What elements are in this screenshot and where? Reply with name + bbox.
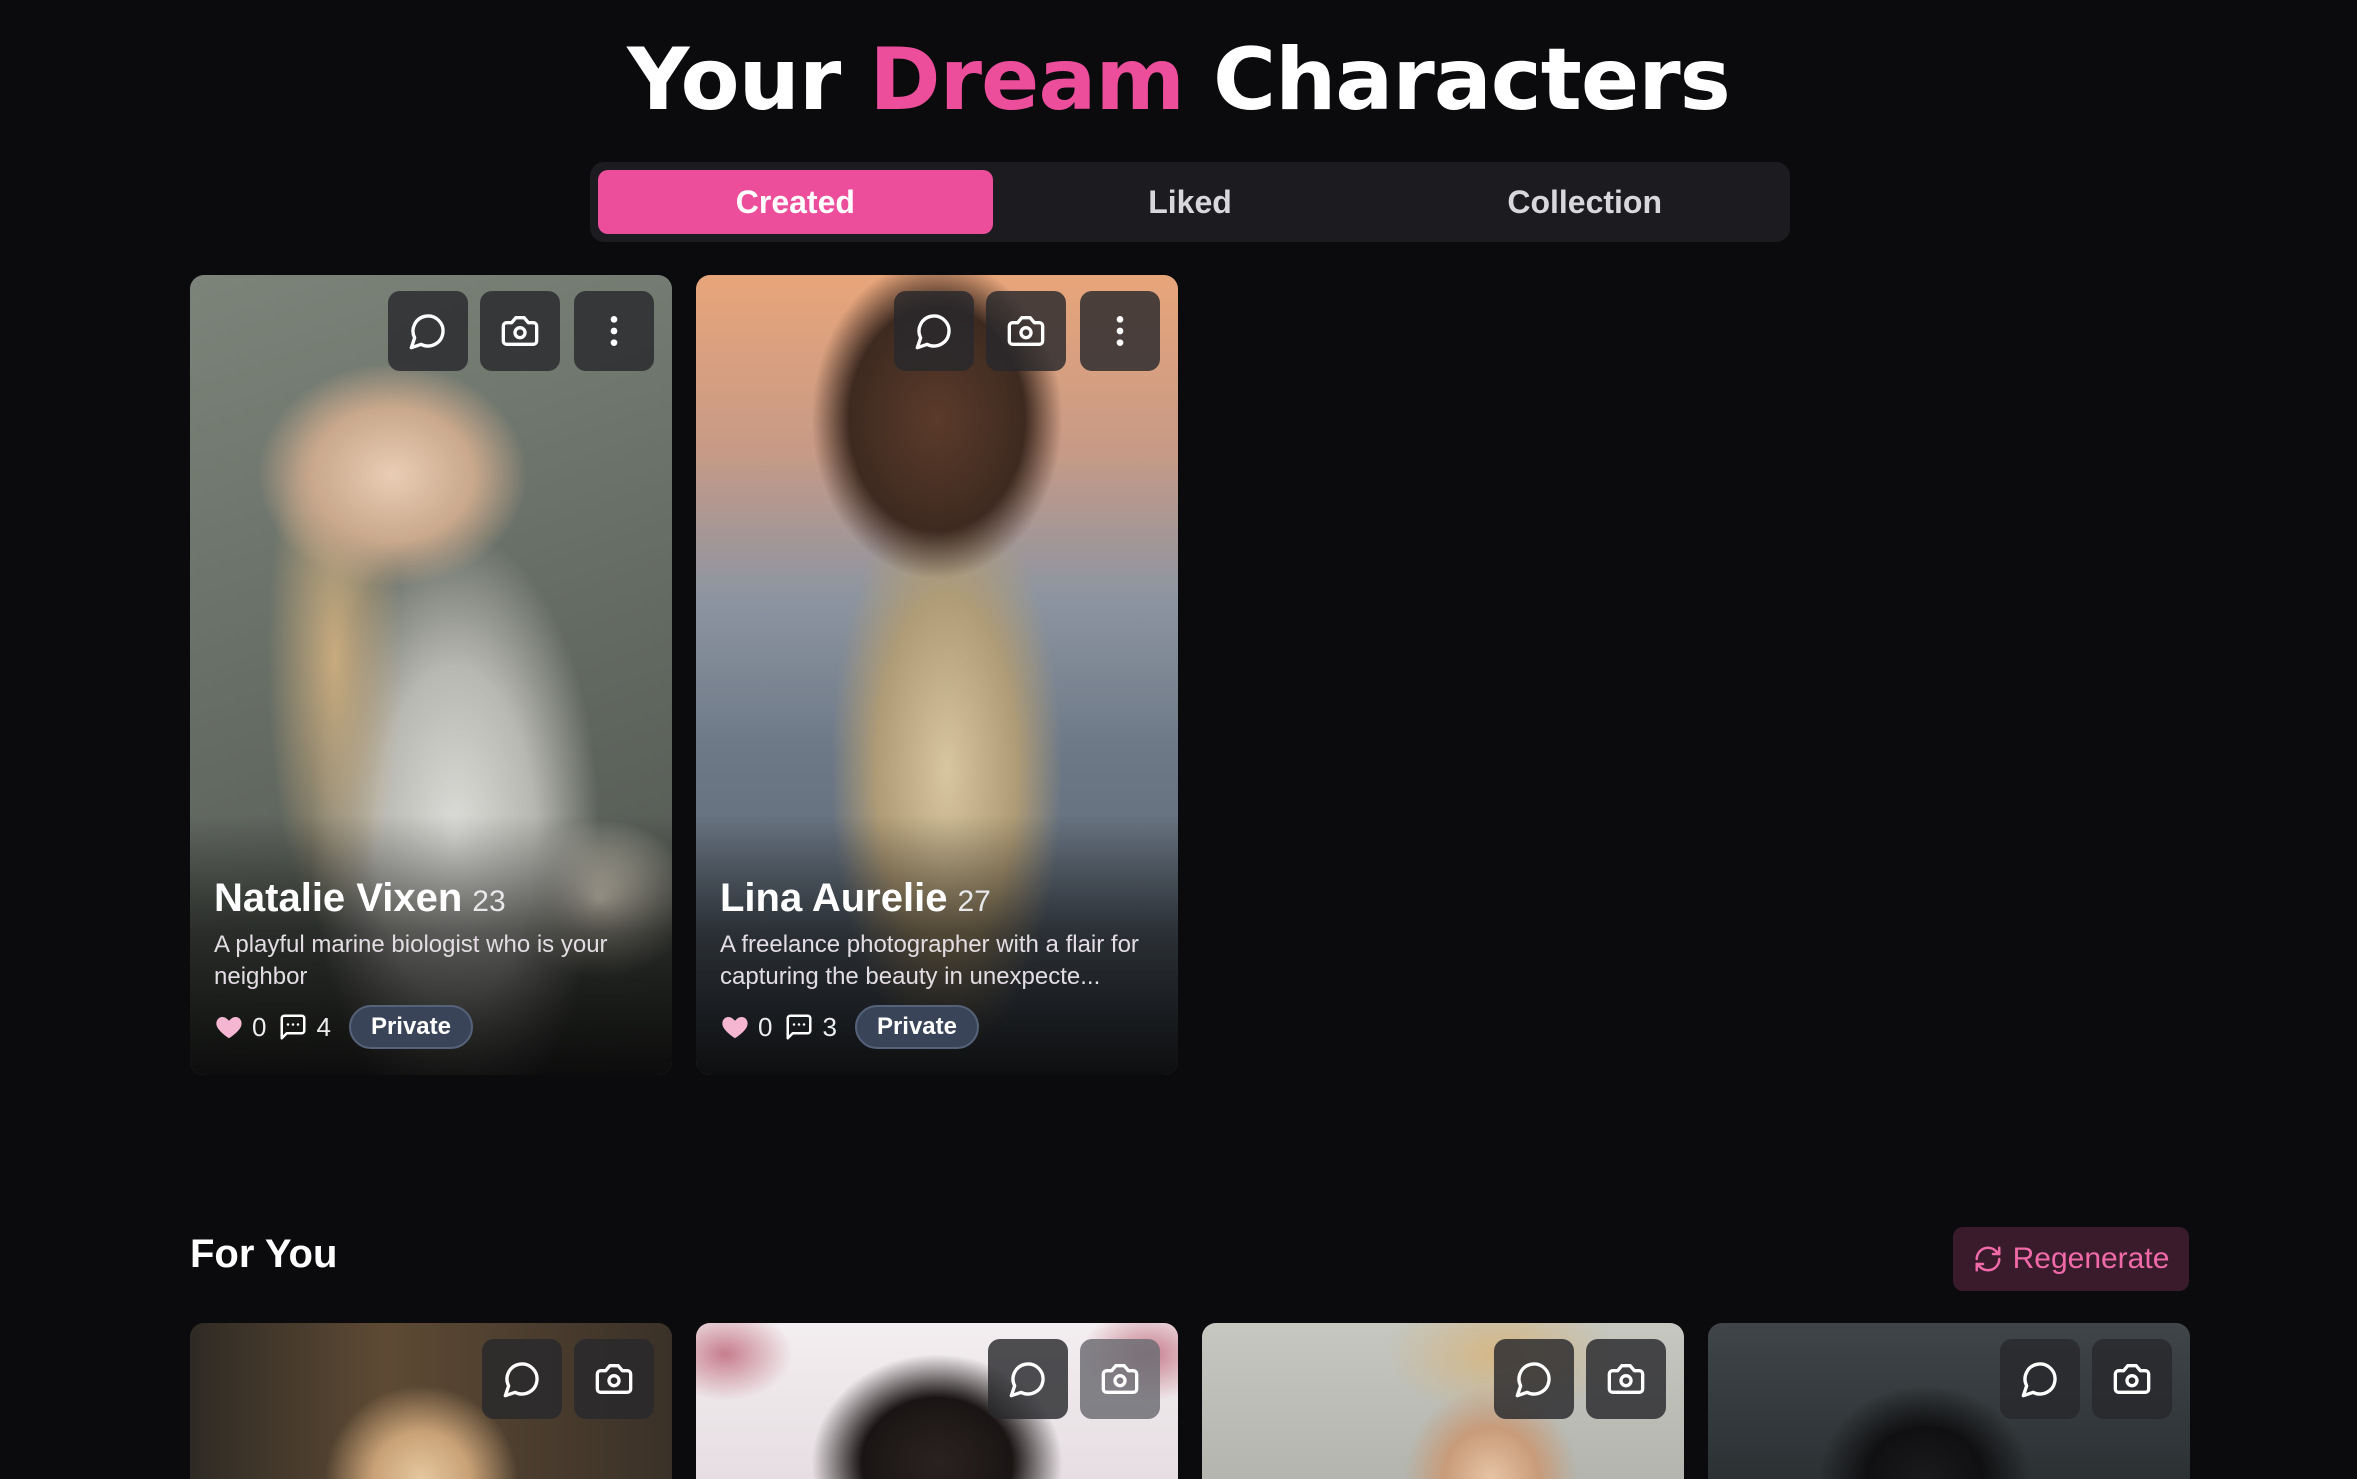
tab-collection[interactable]: Collection	[1387, 170, 1782, 234]
chat-button[interactable]	[2000, 1339, 2080, 1419]
camera-button[interactable]	[1080, 1339, 1160, 1419]
camera-button[interactable]	[480, 291, 560, 371]
message-square-icon	[280, 1014, 306, 1040]
title-accent: Dream	[869, 30, 1185, 130]
character-name: Lina Aurelie	[720, 876, 948, 920]
tab-liked[interactable]: Liked	[993, 170, 1388, 234]
character-name: Natalie Vixen	[214, 876, 463, 920]
comments-stat: 4	[278, 1011, 331, 1043]
chat-button[interactable]	[388, 291, 468, 371]
chat-bubble-icon	[2021, 1362, 2057, 1398]
more-options-button[interactable]	[1080, 291, 1160, 371]
comments-count: 3	[822, 1011, 837, 1042]
chat-button[interactable]	[988, 1339, 1068, 1419]
regenerate-button[interactable]: Regenerate	[1953, 1227, 2189, 1291]
likes-stat: 0	[214, 1012, 266, 1043]
card-info: Lina Aurelie 27 A freelance photographer…	[720, 876, 1154, 1049]
name-line: Lina Aurelie 27	[720, 876, 1154, 921]
chat-bubble-icon	[503, 1362, 539, 1398]
card-stats: 0 4 Private	[214, 1005, 648, 1049]
refresh-icon	[1975, 1246, 2001, 1272]
tab-bar: Created Liked Collection	[590, 162, 1790, 242]
chat-bubble-icon	[409, 314, 445, 350]
character-card[interactable]: Natalie Vixen 23 A playful marine biolog…	[190, 275, 672, 1075]
character-age: 23	[472, 885, 506, 918]
suggested-character-card[interactable]	[696, 1323, 1178, 1479]
likes-stat: 0	[720, 1012, 772, 1043]
card-stats: 0 3 Private	[720, 1005, 1154, 1049]
suggested-character-card[interactable]	[1202, 1323, 1684, 1479]
camera-button[interactable]	[1586, 1339, 1666, 1419]
camera-icon	[2113, 1364, 2151, 1394]
message-square-icon	[786, 1014, 812, 1040]
likes-count: 0	[252, 1011, 267, 1042]
chat-button[interactable]	[482, 1339, 562, 1419]
heart-icon	[216, 1017, 242, 1039]
regenerate-label: Regenerate	[2012, 1242, 2170, 1275]
comments-count: 4	[316, 1011, 331, 1042]
character-card[interactable]: Lina Aurelie 27 A freelance photographer…	[696, 275, 1178, 1075]
camera-icon	[1007, 316, 1045, 346]
visibility-badge: Private	[348, 1005, 473, 1049]
vertical-dots-icon	[610, 316, 618, 346]
name-line: Natalie Vixen 23	[214, 876, 648, 921]
camera-icon	[1607, 1364, 1645, 1394]
page: Your Dream Characters Created Liked Coll…	[0, 0, 2357, 1479]
camera-icon	[1101, 1364, 1139, 1394]
title-part-characters: Characters	[1212, 30, 1731, 130]
vertical-dots-icon	[1116, 316, 1124, 346]
character-description: A playful marine biologist who is your n…	[214, 931, 608, 990]
for-you-heading: For You	[190, 1232, 338, 1276]
page-title: Your Dream Characters	[0, 30, 2357, 130]
character-description: A freelance photographer with a flair fo…	[720, 931, 1139, 990]
chat-bubble-icon	[915, 314, 951, 350]
camera-button[interactable]	[574, 1339, 654, 1419]
chat-button[interactable]	[1494, 1339, 1574, 1419]
camera-button[interactable]	[2092, 1339, 2172, 1419]
likes-count: 0	[758, 1011, 773, 1042]
camera-icon	[501, 316, 539, 346]
title-part-your: Your	[627, 30, 841, 130]
character-age: 27	[957, 885, 991, 918]
chat-button[interactable]	[894, 291, 974, 371]
comments-stat: 3	[784, 1011, 837, 1043]
more-options-button[interactable]	[574, 291, 654, 371]
suggested-character-card[interactable]	[1708, 1323, 2190, 1479]
camera-icon	[595, 1364, 633, 1394]
chat-bubble-icon	[1515, 1362, 1551, 1398]
heart-icon	[722, 1017, 748, 1039]
visibility-badge: Private	[854, 1005, 979, 1049]
suggested-character-card[interactable]	[190, 1323, 672, 1479]
tab-created[interactable]: Created	[598, 170, 993, 234]
camera-button[interactable]	[986, 291, 1066, 371]
chat-bubble-icon	[1009, 1362, 1045, 1398]
card-info: Natalie Vixen 23 A playful marine biolog…	[214, 876, 648, 1049]
